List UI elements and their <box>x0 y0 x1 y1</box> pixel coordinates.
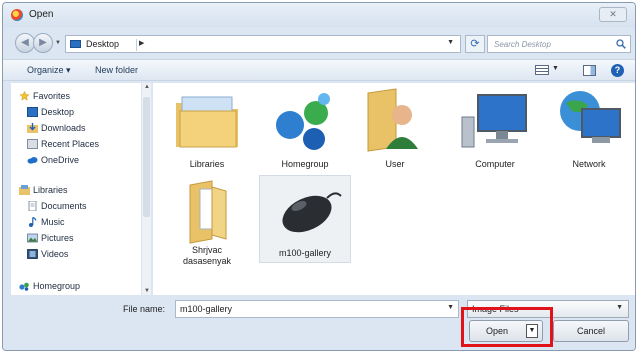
nav-label: Downloads <box>41 123 86 133</box>
item-user[interactable]: User <box>353 85 437 173</box>
scroll-up-icon[interactable]: ▲ <box>144 84 150 90</box>
item-label: Shrjvac dasasenyak <box>182 245 232 266</box>
navigation-pane: Favorites Desktop Downloads Recent Place… <box>11 83 151 295</box>
item-label: Network <box>572 159 606 169</box>
desktop-icon <box>27 107 38 117</box>
nav-label: Videos <box>41 249 69 259</box>
address-bar-row: ◀ ▶ ▼ Desktop ▶ ▼ ⟳ Search Desktop <box>3 31 635 57</box>
new-folder-button[interactable]: New folder <box>95 65 138 75</box>
file-name-dropdown-icon[interactable]: ▼ <box>447 304 454 311</box>
item-homegroup[interactable]: Homegroup <box>263 85 347 173</box>
address-path[interactable]: Desktop <box>86 39 119 49</box>
network-icon <box>560 91 621 143</box>
open-dialog: Open ✕ ◀ ▶ ▼ Desktop ▶ ▼ ⟳ Search Deskto… <box>2 2 636 351</box>
dialog-title: Open <box>29 9 54 20</box>
nav-label: Documents <box>41 201 87 211</box>
item-computer[interactable]: Computer <box>453 85 537 173</box>
nav-label: Desktop <box>41 107 75 117</box>
forward-button[interactable]: ▶ <box>33 33 53 53</box>
item-network[interactable]: Network <box>547 85 631 173</box>
downloads-icon <box>27 123 38 133</box>
refresh-button[interactable]: ⟳ <box>465 35 485 53</box>
videos-icon <box>27 249 38 259</box>
open-button-highlight <box>461 307 553 347</box>
cancel-button[interactable]: Cancel <box>553 320 629 342</box>
computer-icon <box>461 94 527 148</box>
file-list: Libraries Homegroup User Computer Networ… <box>153 83 635 295</box>
file-name-label: File name: <box>123 304 166 314</box>
back-button[interactable]: ◀ <box>15 33 35 53</box>
libraries-icon <box>19 185 30 195</box>
nav-label: Pictures <box>41 233 74 243</box>
recent-places-icon <box>27 139 38 149</box>
user-folder-icon <box>367 88 418 152</box>
item-label: User <box>385 159 405 169</box>
nav-label: Homegroup <box>33 281 81 291</box>
homegroup-icon <box>19 282 29 291</box>
close-button[interactable]: ✕ <box>599 7 627 22</box>
address-dropdown-icon[interactable]: ▼ <box>447 39 454 46</box>
change-view-icon[interactable] <box>535 65 549 75</box>
nav-label: OneDrive <box>41 155 80 165</box>
desktop-icon <box>70 40 81 48</box>
scroll-down-icon[interactable]: ▼ <box>144 288 150 294</box>
file-name-field[interactable]: m100-gallery ▼ <box>175 300 459 318</box>
cloud-icon <box>27 157 38 164</box>
breadcrumb-chevron-icon[interactable]: ▶ <box>136 39 144 51</box>
view-options-dropdown-icon[interactable]: ▼ <box>552 65 559 72</box>
item-m100-gallery[interactable]: m100-gallery <box>259 175 351 263</box>
documents-icon <box>28 201 37 211</box>
item-label: m100-gallery <box>278 248 332 258</box>
command-toolbar: Organize ▾ New folder ▼ ? <box>3 59 635 81</box>
nav-scrollbar[interactable]: ▲ ▼ <box>141 83 151 295</box>
title-bar: Open ✕ <box>3 3 635 27</box>
pictures-icon <box>27 233 38 243</box>
item-folder-shrjvac[interactable]: Shrjvac dasasenyak <box>165 179 249 267</box>
item-label: Libraries <box>189 159 225 169</box>
item-label: Homegroup <box>281 159 329 169</box>
search-icon[interactable] <box>616 39 626 49</box>
nav-label: Recent Places <box>41 139 100 149</box>
mouse-image-icon <box>282 192 342 233</box>
item-label: Computer <box>475 159 515 169</box>
organize-menu[interactable]: Organize ▾ <box>27 65 71 76</box>
libraries-folder-icon <box>176 96 238 148</box>
scroll-thumb[interactable] <box>143 97 150 217</box>
file-type-dropdown-icon[interactable]: ▼ <box>616 304 623 311</box>
nav-label: Libraries <box>33 185 68 195</box>
preview-pane-icon[interactable] <box>583 65 596 76</box>
recent-pages-arrow-icon[interactable]: ▼ <box>55 40 61 46</box>
nav-label: Favorites <box>33 91 71 101</box>
item-libraries[interactable]: Libraries <box>165 85 249 173</box>
nav-label: Music <box>41 217 65 227</box>
browser-app-icon <box>11 9 23 21</box>
star-icon <box>19 91 30 101</box>
address-bar[interactable]: Desktop ▶ ▼ <box>65 35 461 53</box>
help-icon[interactable]: ? <box>611 64 624 77</box>
homegroup-icon <box>276 93 330 150</box>
music-icon <box>29 217 37 227</box>
search-placeholder: Search Desktop <box>494 40 551 49</box>
folder-icon <box>189 180 227 244</box>
file-name-value[interactable]: m100-gallery <box>180 304 232 314</box>
search-input[interactable]: Search Desktop <box>487 35 631 53</box>
